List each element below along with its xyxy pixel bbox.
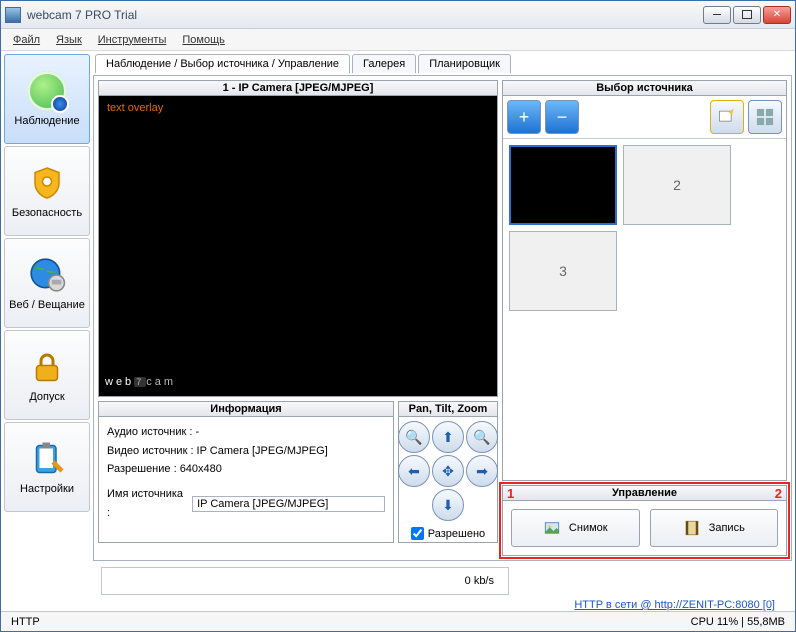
app-icon — [5, 7, 21, 23]
video-overlay-text: text overlay — [107, 102, 163, 114]
menu-file[interactable]: Файл — [7, 32, 46, 48]
ptz-center-button[interactable]: ✥ — [432, 455, 464, 487]
pan-right-button[interactable]: ➡ — [466, 455, 498, 487]
webcam-icon — [27, 71, 67, 111]
ptz-allowed-label: Разрешено — [428, 528, 485, 540]
video-watermark: web7cam — [105, 372, 176, 390]
snapshot-button[interactable]: Снимок — [511, 509, 640, 547]
sidebar-item-web[interactable]: Веб / Вещание — [4, 238, 90, 328]
ptz-title: Pan, Tilt, Zoom — [399, 402, 497, 417]
source-grid-button[interactable] — [748, 100, 782, 134]
info-video: Видео источник : IP Camera [JPEG/MJPEG] — [107, 442, 385, 461]
sidebar-item-label: Допуск — [29, 391, 64, 403]
globe-icon — [27, 255, 67, 295]
pan-left-button[interactable]: ⬅ — [398, 455, 430, 487]
source-name-input[interactable] — [192, 496, 385, 512]
sidebar-item-access[interactable]: Допуск — [4, 330, 90, 420]
menu-help[interactable]: Помощь — [176, 32, 231, 48]
source-settings-button[interactable] — [710, 100, 744, 134]
sidebar-item-security[interactable]: Безопасность — [4, 146, 90, 236]
film-icon — [683, 519, 701, 537]
info-audio: Аудио источник : - — [107, 423, 385, 442]
tab-monitor[interactable]: Наблюдение / Выбор источника / Управлени… — [95, 54, 350, 73]
info-name-label: Имя источника : — [107, 485, 186, 522]
http-link[interactable]: HTTP в сети @ http://ZENIT-PC:8080 [0] — [11, 599, 785, 611]
speed-value: 0 kb/s — [465, 575, 494, 587]
sidebar-item-label: Веб / Вещание — [9, 299, 85, 311]
lock-icon — [27, 347, 67, 387]
menu-tools[interactable]: Инструменты — [92, 32, 173, 48]
pan-up-button[interactable]: ⬆ — [432, 421, 464, 453]
title-bar: webcam 7 PRO Trial — [1, 1, 795, 29]
tab-scheduler[interactable]: Планировщик — [418, 54, 511, 73]
video-title: 1 - IP Camera [JPEG/MJPEG] — [99, 81, 497, 96]
info-title: Информация — [99, 402, 393, 417]
source-panel: Выбор источника + − — [502, 80, 787, 481]
video-area[interactable]: text overlay web7cam — [99, 96, 497, 396]
control-panel: Управление Снимок — [502, 485, 787, 556]
record-button[interactable]: Запись — [650, 509, 779, 547]
remove-source-button[interactable]: − — [545, 100, 579, 134]
speed-indicator: 0 kb/s — [101, 567, 509, 595]
source-thumb-2[interactable]: 2 — [623, 145, 731, 225]
source-thumb-1[interactable] — [509, 145, 617, 225]
tab-bar: Наблюдение / Выбор источника / Управлени… — [95, 54, 792, 73]
record-label: Запись — [709, 522, 745, 534]
sidebar-item-monitor[interactable]: Наблюдение — [4, 54, 90, 144]
info-resolution: Разрешение : 640x480 — [107, 460, 385, 479]
source-title: Выбор источника — [503, 81, 786, 96]
status-left: HTTP — [11, 616, 40, 628]
sidebar-item-label: Настройки — [20, 483, 74, 495]
minimize-button[interactable] — [703, 6, 731, 24]
ptz-panel: Pan, Tilt, Zoom 🔍 ⬆ 🔍 ⬅ ✥ ➡ ⬇ — [398, 401, 498, 543]
status-right: CPU 11% | 55,8MB — [691, 616, 785, 628]
add-source-button[interactable]: + — [507, 100, 541, 134]
sidebar-item-label: Наблюдение — [14, 115, 79, 127]
close-button[interactable] — [763, 6, 791, 24]
maximize-button[interactable] — [733, 6, 761, 24]
control-title: Управление — [503, 486, 786, 501]
sidebar-item-settings[interactable]: Настройки — [4, 422, 90, 512]
video-panel: 1 - IP Camera [JPEG/MJPEG] text overlay … — [98, 80, 498, 397]
window-title: webcam 7 PRO Trial — [27, 8, 703, 22]
tab-gallery[interactable]: Галерея — [352, 54, 416, 73]
zoom-out-button[interactable]: 🔍 — [466, 421, 498, 453]
sidebar-item-label: Безопасность — [12, 207, 82, 219]
ptz-allowed-checkbox[interactable] — [411, 527, 424, 540]
menu-bar: Файл Язык Инструменты Помощь — [1, 29, 795, 51]
source-thumb-3[interactable]: 3 — [509, 231, 617, 311]
photo-icon — [543, 519, 561, 537]
sidebar: Наблюдение Безопасность Веб / Вещание До… — [4, 54, 90, 561]
status-bar: HTTP CPU 11% | 55,8MB — [1, 611, 795, 631]
snapshot-label: Снимок — [569, 522, 608, 534]
clipboard-icon — [27, 439, 67, 479]
shield-icon — [27, 163, 67, 203]
info-panel: Информация Аудио источник : - Видео исто… — [98, 401, 394, 543]
pan-down-button[interactable]: ⬇ — [432, 489, 464, 521]
menu-lang[interactable]: Язык — [50, 32, 88, 48]
zoom-in-button[interactable]: 🔍 — [398, 421, 430, 453]
